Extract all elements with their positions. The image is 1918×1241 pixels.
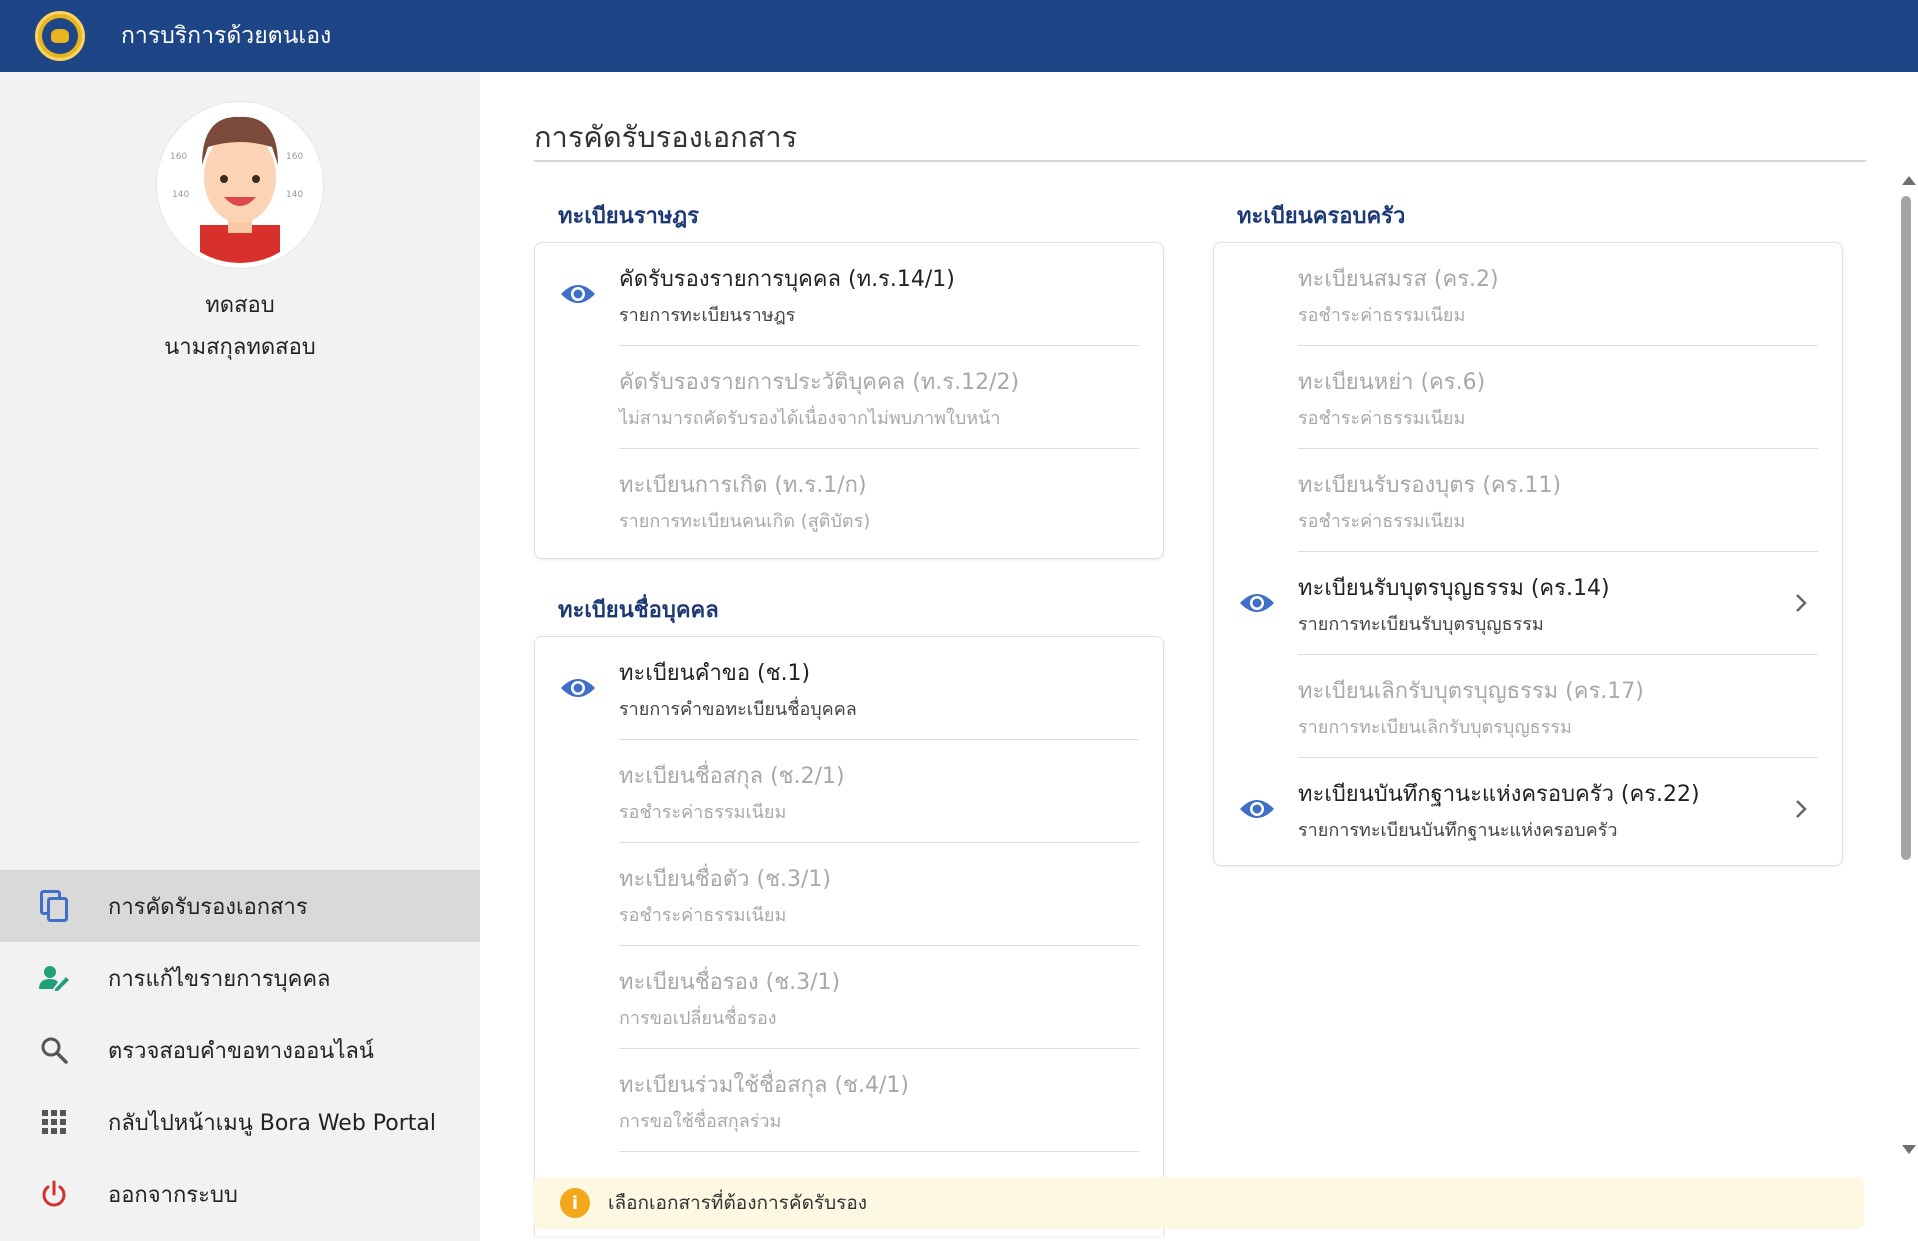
search-icon <box>37 1033 71 1067</box>
card-house-registration: คัดรับรองรายการบุคคล (ท.ร.14/1) รายการทะเ… <box>534 242 1164 559</box>
scrollbar-thumb[interactable] <box>1901 196 1911 860</box>
document-list-item: ทะเบียนชื่อรอง (ช.3/1) การขอเปลี่ยนชื่อรอ… <box>535 946 1163 1049</box>
nav-item-logout[interactable]: ออกจากระบบ <box>0 1158 480 1230</box>
sidebar: 160 160 140 140 ทดสอบ นามสกุลทดสอบ การคั… <box>0 72 480 1241</box>
item-subtitle: รอชำระค่าธรรมเนียม <box>1298 408 1466 429</box>
avatar-mark: 140 <box>286 190 303 200</box>
chevron-right-icon <box>1796 594 1807 612</box>
avatar-mark: 160 <box>170 152 187 162</box>
item-subtitle: รายการคำขอทะเบียนชื่อบุคคล <box>619 699 857 720</box>
document-list-item[interactable]: ทะเบียนบันทึกฐานะแห่งครอบครัว (คร.22) ราย… <box>1214 758 1842 861</box>
item-subtitle: รอชำระค่าธรรมเนียม <box>1298 305 1466 326</box>
item-title: ทะเบียนเลิกรับบุตรบุญธรรม (คร.17) <box>1298 679 1644 704</box>
avatar-illustration: 160 160 140 140 <box>162 107 318 263</box>
notice-text: เลือกเอกสารที่ต้องการคัดรับรอง <box>608 1192 868 1214</box>
nav-label: การแก้ไขรายการบุคคล <box>108 966 331 992</box>
item-subtitle: ไม่สามารถคัดรับรองได้เนื่องจากไม่พบภาพใบ… <box>619 408 1001 429</box>
item-title: ทะเบียนบันทึกฐานะแห่งครอบครัว (คร.22) <box>1298 782 1700 807</box>
item-title: ทะเบียนชื่อรอง (ช.3/1) <box>619 970 841 995</box>
user-last-name: นามสกุลทดสอบ <box>164 335 316 360</box>
nav-label: กลับไปหน้าเมนู Bora Web Portal <box>108 1110 436 1136</box>
item-subtitle: รายการทะเบียนบันทึกฐานะแห่งครอบครัว <box>1298 820 1618 841</box>
main-content: การคัดรับรองเอกสาร ทะเบียนราษฎร คัดรับรอ… <box>480 72 1918 1241</box>
item-title: ทะเบียนชื่อตัว (ช.3/1) <box>619 867 832 892</box>
info-icon: i <box>560 1188 590 1218</box>
document-list-item: ทะเบียนชื่อตัว (ช.3/1) รอชำระค่าธรรมเนียม <box>535 843 1163 946</box>
section-title-name-registration: ทะเบียนชื่อบุคคล <box>558 598 719 623</box>
item-title: ทะเบียนรับบุตรบุญธรรม (คร.14) <box>1298 576 1610 601</box>
document-list-item: ทะเบียนหย่า (คร.6) รอชำระค่าธรรมเนียม <box>1214 346 1842 449</box>
item-subtitle: การขอเปลี่ยนชื่อรอง <box>619 1008 777 1029</box>
item-title: ทะเบียนชื่อสกุล (ช.2/1) <box>619 764 845 789</box>
item-subtitle: รายการทะเบียนคนเกิด (สูติบัตร) <box>619 511 871 532</box>
eye-icon <box>561 679 595 697</box>
nav-label: การคัดรับรองเอกสาร <box>108 894 308 920</box>
user-first-name: ทดสอบ <box>205 293 275 318</box>
info-notice: i เลือกเอกสารที่ต้องการคัดรับรอง <box>534 1177 1864 1229</box>
sidebar-nav: การคัดรับรองเอกสาร การแก้ไขรายการบุคคล ต… <box>0 870 480 1230</box>
nav-item-edit-person[interactable]: การแก้ไขรายการบุคคล <box>0 942 480 1014</box>
eye-icon <box>561 285 595 303</box>
power-icon <box>37 1177 71 1211</box>
nav-label: ตรวจสอบคำขอทางออนไลน์ <box>108 1038 374 1064</box>
eye-icon <box>1240 594 1274 612</box>
item-subtitle: รอชำระค่าธรรมเนียม <box>619 905 787 926</box>
item-divider <box>619 1151 1139 1152</box>
item-subtitle: รายการทะเบียนรับบุตรบุญธรรม <box>1298 614 1544 635</box>
item-title: คัดรับรองรายการประวัติบุคคล (ท.ร.12/2) <box>619 370 1020 395</box>
document-list-item[interactable]: ทะเบียนคำขอ (ช.1) รายการคำขอทะเบียนชื่อบุ… <box>535 637 1163 740</box>
avatar-mark: 140 <box>172 190 189 200</box>
item-subtitle: รายการทะเบียนเลิกรับบุตรบุญธรรม <box>1298 717 1572 738</box>
ministry-logo-icon <box>35 11 85 61</box>
chevron-right-icon <box>1796 800 1807 818</box>
scroll-down-arrow-icon[interactable] <box>1902 1145 1916 1154</box>
item-subtitle: รอชำระค่าธรรมเนียม <box>619 802 787 823</box>
section-title-house-registration: ทะเบียนราษฎร <box>558 204 699 229</box>
document-list-item: ทะเบียนร่วมใช้ชื่อสกุล (ช.4/1) การขอใช้ชื… <box>535 1049 1163 1152</box>
item-title: ทะเบียนสมรส (คร.2) <box>1298 267 1499 292</box>
card-family-registration: ทะเบียนสมรส (คร.2) รอชำระค่าธรรมเนียม ทะเบ… <box>1213 242 1843 866</box>
vertical-scrollbar[interactable] <box>1898 172 1918 1158</box>
eye-icon <box>1240 800 1274 818</box>
top-app-bar: การบริการด้วยตนเอง <box>0 0 1918 72</box>
item-subtitle: การขอใช้ชื่อสกุลร่วม <box>619 1111 782 1132</box>
document-list-item: คัดรับรองรายการประวัติบุคคล (ท.ร.12/2) ไม… <box>535 346 1163 449</box>
document-list-item: ทะเบียนสมรส (คร.2) รอชำระค่าธรรมเนียม <box>1214 243 1842 346</box>
avatar-mark: 160 <box>286 152 303 162</box>
nav-item-back-to-portal[interactable]: กลับไปหน้าเมนู Bora Web Portal <box>0 1086 480 1158</box>
page-title: การคัดรับรองเอกสาร <box>534 120 798 154</box>
avatar: 160 160 140 140 <box>157 102 323 268</box>
item-subtitle: รอชำระค่าธรรมเนียม <box>1298 511 1466 532</box>
nav-item-online-request-check[interactable]: ตรวจสอบคำขอทางออนไลน์ <box>0 1014 480 1086</box>
document-list-item: ทะเบียนชื่อสกุล (ช.2/1) รอชำระค่าธรรมเนีย… <box>535 740 1163 843</box>
document-list-item: ทะเบียนรับรองบุตร (คร.11) รอชำระค่าธรรมเน… <box>1214 449 1842 552</box>
apps-grid-icon <box>37 1105 71 1139</box>
document-list-item: ทะเบียนเลิกรับบุตรบุญธรรม (คร.17) รายการท… <box>1214 655 1842 758</box>
item-title: คัดรับรองรายการบุคคล (ท.ร.14/1) <box>619 267 955 292</box>
item-title: ทะเบียนร่วมใช้ชื่อสกุล (ช.4/1) <box>619 1073 909 1098</box>
document-list-item[interactable]: ทะเบียนรับบุตรบุญธรรม (คร.14) รายการทะเบี… <box>1214 552 1842 655</box>
title-divider <box>534 160 1866 162</box>
item-title: ทะเบียนการเกิด (ท.ร.1/ก) <box>619 473 867 498</box>
item-title: ทะเบียนคำขอ (ช.1) <box>619 661 811 686</box>
nav-item-document-certification[interactable]: การคัดรับรองเอกสาร <box>0 870 480 942</box>
scroll-up-arrow-icon[interactable] <box>1902 176 1916 185</box>
item-title: ทะเบียนหย่า (คร.6) <box>1298 370 1486 395</box>
document-list-item[interactable]: คัดรับรองรายการบุคคล (ท.ร.14/1) รายการทะเ… <box>535 243 1163 346</box>
copy-documents-icon <box>37 889 71 923</box>
document-list-item: ทะเบียนการเกิด (ท.ร.1/ก) รายการทะเบียนคนเ… <box>535 449 1163 552</box>
app-title: การบริการด้วยตนเอง <box>121 23 332 49</box>
item-title: ทะเบียนรับรองบุตร (คร.11) <box>1298 473 1562 498</box>
nav-label: ออกจากระบบ <box>108 1182 238 1208</box>
section-title-family-registration: ทะเบียนครอบครัว <box>1237 204 1406 229</box>
item-subtitle: รายการทะเบียนราษฎร <box>619 305 796 326</box>
card-name-registration: ทะเบียนคำขอ (ช.1) รายการคำขอทะเบียนชื่อบุ… <box>534 636 1164 1236</box>
edit-person-icon <box>37 961 71 995</box>
